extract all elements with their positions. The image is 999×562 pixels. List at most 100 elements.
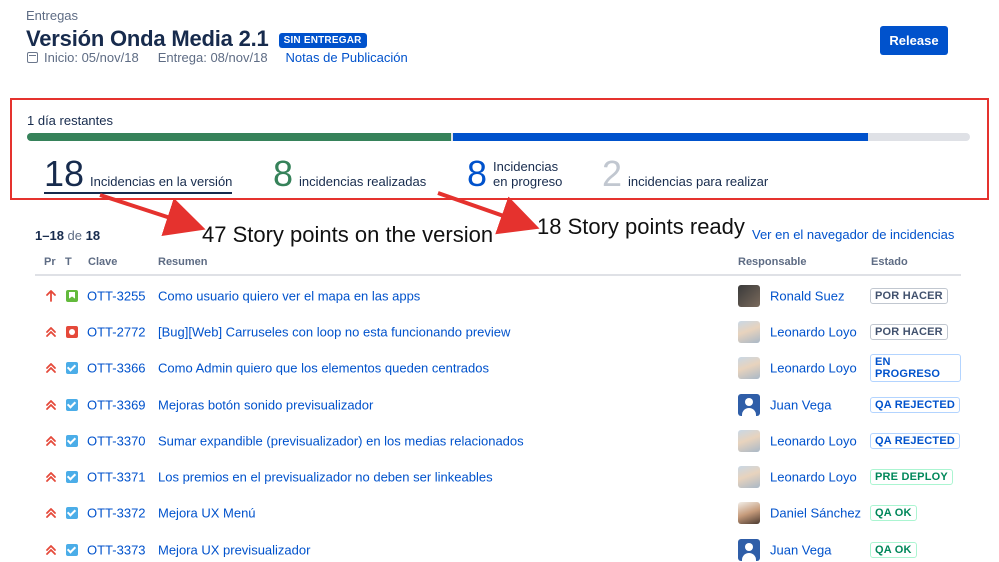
release-button[interactable]: Release	[880, 26, 948, 55]
issue-key-link[interactable]: OTT-3369	[87, 397, 146, 412]
highest-priority-icon	[46, 472, 56, 483]
task-type-icon	[66, 543, 78, 556]
version-dates: Inicio: 05/nov/18 Entrega: 08/nov/18 Not…	[27, 50, 408, 65]
issue-key-link[interactable]: OTT-3373	[87, 542, 146, 557]
issue-summary-link[interactable]: Como usuario quiero ver el mapa en las a…	[158, 288, 420, 303]
task-type-icon	[66, 434, 78, 447]
issue-summary-link[interactable]: [Bug][Web] Carruseles con loop no esta f…	[158, 324, 510, 339]
assignee-link[interactable]: Ronald Suez	[770, 288, 844, 303]
stat-done-issues[interactable]: 8 incidencias realizadas	[273, 156, 426, 192]
issue-summary-link[interactable]: Como Admin quiero que los elementos qued…	[158, 361, 489, 376]
issue-summary-link[interactable]: Sumar expandible (previsualizador) en lo…	[158, 433, 524, 448]
avatar	[738, 357, 760, 380]
issue-summary-link[interactable]: Mejora UX previsualizador	[158, 542, 310, 557]
issue-summary-link[interactable]: Mejoras botón sonido previsualizador	[158, 397, 373, 412]
release-date: Entrega: 08/nov/18	[157, 50, 268, 65]
column-key: Clave	[88, 256, 118, 268]
stat-total-label: Incidencias en la versión	[90, 174, 233, 189]
issue-key-link[interactable]: OTT-3370	[87, 433, 146, 448]
issue-range: 1–18	[35, 228, 64, 243]
status-badge: QA REJECTED	[870, 396, 961, 413]
avatar	[738, 502, 760, 525]
issue-summary-link[interactable]: Mejora UX Menú	[158, 506, 256, 521]
stat-done-label: incidencias realizadas	[299, 174, 427, 189]
release-notes-link[interactable]: Notas de Publicación	[286, 50, 408, 65]
status-badge: POR HACER	[870, 287, 948, 304]
table-row[interactable]: OTT-3372 Mejora UX Menú Daniel Sánchez QA O…	[35, 496, 961, 533]
issue-key-link[interactable]: OTT-3372	[87, 506, 146, 521]
table-row[interactable]: OTT-3255 Como usuario quiero ver el mapa …	[35, 278, 961, 315]
issue-count-of: de	[67, 228, 83, 243]
stat-todo-count: 2	[602, 153, 623, 194]
column-priority: Pr	[44, 256, 56, 268]
breadcrumb[interactable]: Entregas	[26, 8, 78, 23]
stat-todo-issues[interactable]: 2 incidencias para realizar	[602, 156, 768, 192]
status-badge: QA REJECTED	[870, 432, 961, 449]
task-type-icon	[66, 362, 78, 375]
column-type: T	[65, 256, 72, 268]
stat-todo-label: incidencias para realizar	[628, 174, 769, 189]
annotation-story-points-ready: 18 Story points ready	[537, 214, 745, 239]
assignee-link[interactable]: Juan Vega	[770, 397, 831, 412]
stat-in-progress-label: Incidencias en progreso	[493, 159, 562, 189]
highest-priority-icon	[46, 363, 56, 374]
table-row[interactable]: OTT-3371 Los premios en el previsualizado…	[35, 459, 961, 496]
view-in-issue-navigator-link[interactable]: Ver en el navegador de incidencias	[752, 227, 954, 242]
table-row[interactable]: OTT-3366 Como Admin quiero que los elemen…	[35, 351, 961, 387]
avatar	[738, 538, 760, 561]
calendar-icon	[27, 52, 38, 63]
issue-key-link[interactable]: OTT-2772	[87, 324, 146, 339]
table-row[interactable]: OTT-3373 Mejora UX previsualizador Juan Ve…	[35, 532, 961, 562]
task-type-icon	[66, 507, 78, 520]
issue-total: 18	[85, 228, 101, 243]
status-badge: QA OK	[870, 541, 917, 558]
bug-type-icon	[66, 325, 78, 338]
stat-in-progress-label-line2: en progreso	[493, 174, 563, 189]
assignee-link[interactable]: Daniel Sánchez	[770, 506, 861, 521]
status-badge: SIN ENTREGAR	[278, 32, 367, 48]
start-date: Inicio: 05/nov/18	[44, 50, 139, 65]
assignee-link[interactable]: Leonardo Loyo	[770, 433, 857, 448]
page-title: Versión Onda Media 2.1	[26, 26, 269, 51]
assignee-link[interactable]: Juan Vega	[770, 542, 831, 557]
assignee-link[interactable]: Leonardo Loyo	[770, 324, 857, 339]
highest-priority-icon	[46, 327, 56, 337]
table-row[interactable]: OTT-3370 Sumar expandible (previsualizado…	[35, 423, 961, 460]
story-type-icon	[66, 289, 78, 302]
avatar	[738, 429, 760, 452]
issue-key-link[interactable]: OTT-3366	[87, 361, 146, 376]
table-row[interactable]: OTT-2772 [Bug][Web] Carruseles con loop n…	[35, 314, 961, 351]
status-badge: EN PROGRESO	[870, 354, 961, 383]
issue-key-link[interactable]: OTT-3255	[87, 288, 146, 303]
stat-in-progress-issues[interactable]: 8 Incidencias en progreso	[467, 156, 562, 192]
stat-in-progress-count: 8	[467, 153, 488, 194]
assignee-link[interactable]: Leonardo Loyo	[770, 470, 857, 485]
task-type-icon	[66, 398, 78, 411]
high-priority-icon	[46, 289, 56, 302]
column-status: Estado	[871, 256, 908, 268]
version-header: Versión Onda Media 2.1 SIN ENTREGAR	[26, 26, 367, 52]
status-badge: PRE DEPLOY	[870, 469, 953, 486]
stat-total-count: 18	[44, 153, 85, 194]
status-badge: QA OK	[870, 505, 917, 522]
assignee-link[interactable]: Leonardo Loyo	[770, 361, 857, 376]
issue-summary-link[interactable]: Los premios en el previsualizador no deb…	[158, 470, 493, 485]
version-progress-bar	[27, 133, 970, 141]
highest-priority-icon	[46, 544, 56, 555]
avatar	[738, 320, 760, 343]
avatar	[738, 466, 760, 489]
stat-done-count: 8	[273, 153, 294, 194]
column-summary: Resumen	[158, 256, 208, 268]
highest-priority-icon	[46, 435, 56, 446]
stat-in-progress-label-line1: Incidencias	[493, 159, 559, 174]
column-assignee: Responsable	[738, 256, 807, 268]
issue-key-link[interactable]: OTT-3371	[87, 470, 146, 485]
avatar	[738, 284, 760, 307]
issue-table-header: Pr T Clave Resumen Responsable Estado	[35, 252, 961, 276]
stat-total-issues[interactable]: 18 Incidencias en la versión	[44, 153, 233, 194]
issue-table-body: OTT-3255 Como usuario quiero ver el mapa …	[35, 278, 961, 562]
highest-priority-icon	[46, 399, 56, 410]
issue-count: 1–18 de 18	[35, 228, 100, 243]
table-row[interactable]: OTT-3369 Mejoras botón sonido previsualiz…	[35, 387, 961, 424]
days-remaining: 1 día restantes	[27, 113, 113, 128]
